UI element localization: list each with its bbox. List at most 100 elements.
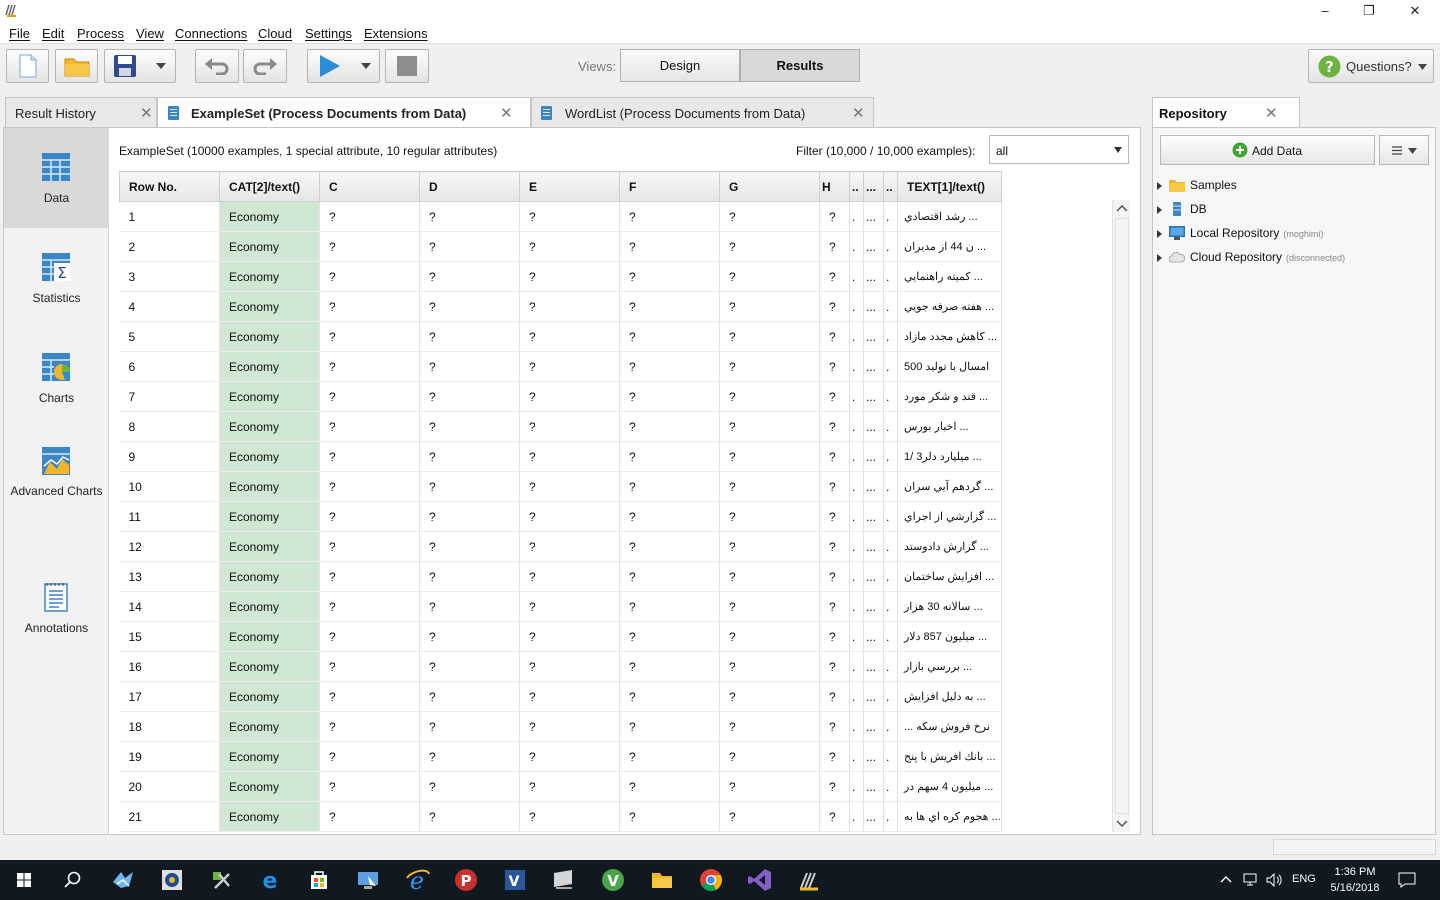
stop-button[interactable] xyxy=(385,49,429,83)
table-row[interactable]: 17 Economy??????..... به دليل افزايش ... xyxy=(119,681,1002,712)
add-data-button[interactable]: Add Data xyxy=(1160,135,1375,165)
table-cell: ... xyxy=(863,801,884,832)
rapidminer-taskbar-icon[interactable] xyxy=(793,864,825,896)
new-process-button[interactable] xyxy=(6,49,49,83)
visio-word-icon[interactable]: V xyxy=(499,864,531,896)
table-cell: Economy xyxy=(219,741,320,772)
search-icon[interactable] xyxy=(56,864,88,896)
table-row[interactable]: 8 Economy??????..... اخبار بورس ... xyxy=(119,411,1002,442)
close-icon[interactable]: ✕ xyxy=(500,104,513,122)
table-row[interactable]: 10 Economy??????..... گردهم آيي سران ... xyxy=(119,471,1002,502)
table-row[interactable]: 1 Economy??????..... رشد اقتصادي ... xyxy=(119,201,1002,232)
internet-explorer-icon[interactable]: e xyxy=(401,864,433,896)
close-window-button[interactable]: ✕ xyxy=(1392,0,1438,22)
menu-extensions[interactable]: Extensions xyxy=(364,26,428,41)
vertical-scrollbar[interactable] xyxy=(1112,200,1130,832)
notifications-icon[interactable] xyxy=(1398,872,1416,888)
column-header[interactable]: CAT[2]/text() xyxy=(219,171,320,202)
windows-start-icon[interactable] xyxy=(8,864,40,896)
monitor-app-icon[interactable] xyxy=(548,864,580,896)
chevron-down-icon[interactable] xyxy=(156,63,166,69)
table-row[interactable]: 4 Economy??????..... هفته صرفه جويي ... xyxy=(119,291,1002,322)
questions-button[interactable]: ? Questions? xyxy=(1308,49,1434,83)
redo-button[interactable] xyxy=(243,49,287,83)
table-row[interactable]: 5 Economy??????..... كاهش مجدد مازاد ... xyxy=(119,321,1002,352)
minimize-button[interactable]: – xyxy=(1302,0,1348,22)
menu-file[interactable]: File xyxy=(9,26,30,41)
save-button[interactable] xyxy=(104,49,176,83)
file-explorer-icon[interactable] xyxy=(646,864,678,896)
table-row[interactable]: 12 Economy??????..... گزارش دادوستد ... xyxy=(119,531,1002,562)
table-row[interactable]: 6 Economy??????..... امسال با توليد 500 xyxy=(119,351,1002,382)
table-row[interactable]: 9 Economy??????..... 1/ 3ميليارد دلر ... xyxy=(119,441,1002,472)
column-header[interactable]: D xyxy=(419,171,520,202)
table-row[interactable]: 7 Economy??????..... قند و شكر مورد ... xyxy=(119,381,1002,412)
expand-icon[interactable] xyxy=(1157,230,1162,238)
table-row[interactable]: 18 Economy??????........ نرخ فروش سكه xyxy=(119,711,1002,742)
table-cell: ? xyxy=(419,681,520,712)
menu-view[interactable]: View xyxy=(136,26,164,41)
undo-button[interactable] xyxy=(195,49,239,83)
open-button[interactable] xyxy=(55,49,98,83)
media-app-icon[interactable] xyxy=(156,864,188,896)
visual-studio-icon[interactable] xyxy=(744,864,776,896)
close-icon[interactable]: ✕ xyxy=(140,104,153,122)
column-header[interactable]: H xyxy=(819,171,850,202)
tab-result-history[interactable]: Result History ✕ xyxy=(5,97,157,127)
column-header[interactable]: ... xyxy=(863,171,884,202)
column-header[interactable]: F xyxy=(619,171,720,202)
menu-settings[interactable]: Settings xyxy=(305,26,352,41)
column-header[interactable]: .. xyxy=(883,171,898,202)
table-row[interactable]: 14 Economy??????..... سالانه 30 هزار ... xyxy=(119,591,1002,622)
table-row[interactable]: 16 Economy??????..... بررسي بازار ... xyxy=(119,651,1002,682)
column-header[interactable]: TEXT[1]/text() xyxy=(897,171,1002,202)
close-icon[interactable]: ✕ xyxy=(852,104,865,122)
maximize-button[interactable]: ❐ xyxy=(1346,0,1392,22)
results-view-button[interactable]: Results xyxy=(740,49,860,82)
chevron-up-icon[interactable] xyxy=(1220,874,1232,884)
bird-app-icon[interactable] xyxy=(107,864,139,896)
tab-wordlist[interactable]: WordList (Process Documents from Data) ✕ xyxy=(531,97,874,127)
table-row[interactable]: 2 Economy??????..... ن 44 از مديران ... xyxy=(119,231,1002,262)
run-button[interactable] xyxy=(307,49,380,83)
column-header[interactable]: E xyxy=(519,171,620,202)
table-row[interactable]: 21 Economy??????..... هجوم كره اي ها به ..… xyxy=(119,801,1002,832)
column-header[interactable]: .. xyxy=(849,171,864,202)
chevron-down-icon[interactable] xyxy=(361,63,371,69)
table-row[interactable]: 3 Economy??????..... كميته راهنمايي ... xyxy=(119,261,1002,292)
menu-edit[interactable]: Edit xyxy=(42,26,64,41)
scroll-down-icon[interactable] xyxy=(1116,817,1128,829)
expand-icon[interactable] xyxy=(1157,206,1162,214)
column-header[interactable]: C xyxy=(319,171,420,202)
column-header[interactable]: Row No. xyxy=(119,171,220,202)
remote-desktop-icon[interactable] xyxy=(352,864,384,896)
language-indicator[interactable]: ENG xyxy=(1292,873,1316,885)
repository-menu-button[interactable] xyxy=(1379,135,1429,165)
store-icon[interactable] xyxy=(303,864,335,896)
p-app-icon[interactable]: P xyxy=(450,864,482,896)
close-icon[interactable]: ✕ xyxy=(1265,104,1278,122)
edge-browser-icon[interactable]: e xyxy=(254,864,286,896)
expand-icon[interactable] xyxy=(1157,254,1162,262)
scrollbar-thumb[interactable] xyxy=(1115,218,1129,814)
table-row[interactable]: 20 Economy??????..... ميليون 4 سهم در ... xyxy=(119,771,1002,802)
table-row[interactable]: 13 Economy??????..... افزايش ساختمان ... xyxy=(119,561,1002,592)
menu-process[interactable]: Process xyxy=(77,26,124,41)
network-icon[interactable] xyxy=(1242,873,1258,887)
scroll-up-icon[interactable] xyxy=(1116,203,1128,215)
column-header[interactable]: G xyxy=(719,171,820,202)
v-app-icon[interactable]: V xyxy=(597,864,629,896)
chrome-icon[interactable] xyxy=(695,864,727,896)
tab-exampleset[interactable]: ExampleSet (Process Documents from Data)… xyxy=(157,97,531,127)
tools-app-icon[interactable] xyxy=(205,864,237,896)
table-row[interactable]: 19 Economy??????..... بانك افريش با پنج ..… xyxy=(119,741,1002,772)
clock[interactable]: 1:36 PM 5/16/2018 xyxy=(1320,864,1390,896)
expand-icon[interactable] xyxy=(1157,182,1162,190)
table-row[interactable]: 11 Economy??????..... گزارشي از اجراي ... xyxy=(119,501,1002,532)
volume-icon[interactable] xyxy=(1266,873,1282,887)
menu-connections[interactable]: Connections xyxy=(175,26,247,41)
table-row[interactable]: 15 Economy??????..... ميليون 857 دلار ... xyxy=(119,621,1002,652)
design-view-button[interactable]: Design xyxy=(620,49,740,82)
menu-cloud[interactable]: Cloud xyxy=(258,26,292,41)
tab-repository[interactable]: Repository ✕ xyxy=(1152,97,1300,128)
